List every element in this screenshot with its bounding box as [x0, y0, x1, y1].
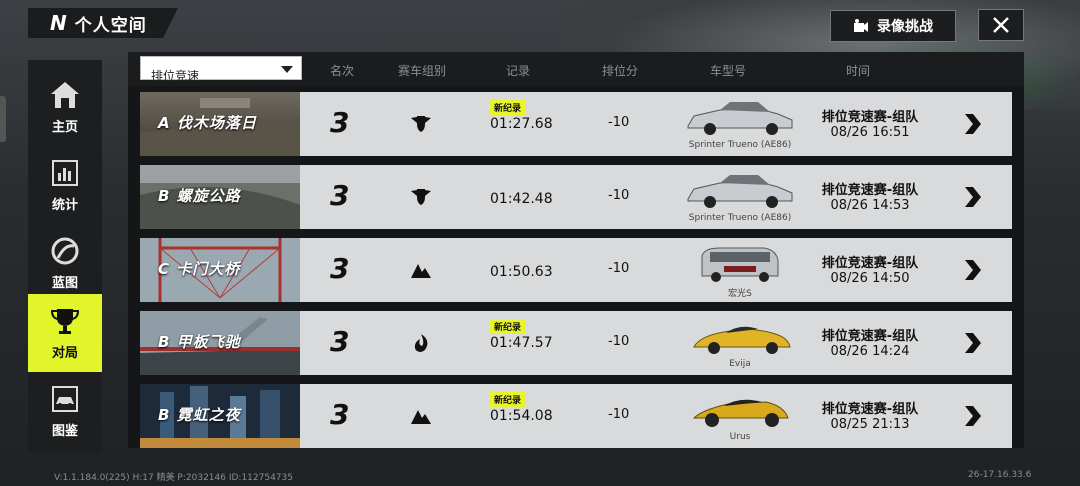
- match-date: 08/26 16:51: [830, 125, 910, 140]
- column-record: 记录: [506, 64, 531, 78]
- record-time: 01:54.08: [490, 408, 553, 424]
- camera-icon: [854, 19, 868, 32]
- rank-value: 3: [330, 325, 350, 358]
- chevron-right-icon[interactable]: [962, 258, 982, 282]
- shield-wings-icon: [411, 189, 431, 205]
- match-mode: 排位竞速赛-组队: [821, 329, 919, 344]
- record-challenge-button[interactable]: 录像挑战: [830, 10, 956, 42]
- version-info: V:1.1.184.0(225) H:17 精美 P:2032146 ID:11…: [54, 473, 293, 483]
- track-name: A 伐木场落日: [158, 114, 257, 132]
- rank-points: -10: [608, 115, 630, 130]
- chevron-right-icon[interactable]: [962, 185, 982, 209]
- match-date: 08/25 21:13: [830, 417, 910, 432]
- column-points: 排位分: [602, 64, 639, 78]
- table-row[interactable]: B 霓虹之夜 3 新纪录 01:54.08 -10 Urus 排位竞速赛-组队 …: [140, 384, 1012, 448]
- match-history-panel: 排位竞速 名次 赛车组别 记录 排位分 车型号 时间 A 伐木场落日 3 新纪录…: [128, 52, 1024, 448]
- trophy-icon: [48, 306, 82, 336]
- mountain-icon: [411, 264, 431, 278]
- page-title: 个人空间: [74, 15, 147, 36]
- rank-value: 3: [330, 398, 350, 431]
- edge-handle[interactable]: [0, 96, 6, 142]
- track-name: C 卡门大桥: [158, 260, 241, 278]
- chevron-right-icon[interactable]: [962, 404, 982, 428]
- rank-points: -10: [608, 188, 630, 203]
- close-icon: [993, 17, 1009, 33]
- sidebar-item-label: 统计: [51, 197, 78, 213]
- match-mode: 排位竞速赛-组队: [821, 256, 919, 271]
- table-row[interactable]: C 卡门大桥 3 01:50.63 -10 宏光S 排位竞速赛-组队 08/26…: [140, 238, 1012, 302]
- table-row[interactable]: B 甲板飞驰 3 新纪录 01:47.57 -10 Evija 排位竞速赛-组队…: [140, 311, 1012, 375]
- build-info: 26-17.16.33.6: [968, 470, 1032, 480]
- column-group: 赛车组别: [398, 64, 447, 78]
- sidebar-item-label: 主页: [51, 119, 78, 135]
- home-icon: [48, 80, 82, 110]
- match-mode: 排位竞速赛-组队: [821, 402, 919, 417]
- track-name: B 甲板飞驰: [158, 333, 241, 351]
- car-image: [693, 326, 791, 354]
- car-image: [692, 399, 789, 427]
- rank-value: 3: [330, 252, 350, 285]
- column-car: 车型号: [710, 64, 747, 78]
- rank-value: 3: [330, 179, 350, 212]
- sidebar-item-home[interactable]: 主页: [28, 68, 102, 146]
- record-time: 01:50.63: [490, 264, 553, 280]
- match-date: 08/26 14:24: [830, 344, 910, 359]
- car-model-name: Sprinter Trueno (AE86): [688, 213, 792, 223]
- record-challenge-label: 录像挑战: [877, 19, 933, 35]
- record-time: 01:42.48: [490, 191, 553, 207]
- mode-filter-value: 排位竞速: [151, 69, 200, 83]
- chevron-down-icon: [281, 66, 293, 73]
- match-date: 08/26 14:50: [830, 271, 910, 286]
- sidebar-item-label: 对局: [51, 345, 78, 361]
- rank-points: -10: [608, 334, 630, 349]
- record-time: 01:47.57: [490, 335, 553, 351]
- rank-points: -10: [608, 407, 630, 422]
- match-date: 08/26 14:53: [830, 198, 910, 213]
- sidebar-item-matches[interactable]: 对局: [28, 294, 102, 372]
- record-time: 01:27.68: [490, 116, 553, 132]
- car-image: [701, 247, 779, 282]
- rank-value: 3: [330, 106, 350, 139]
- sidebar-item-blueprint[interactable]: 蓝图: [28, 224, 102, 302]
- chevron-right-icon[interactable]: [962, 331, 982, 355]
- mode-filter-dropdown[interactable]: 排位竞速: [140, 56, 302, 83]
- car-image: [687, 175, 793, 208]
- sidebar-item-stats[interactable]: 统计: [28, 146, 102, 224]
- column-time: 时间: [846, 64, 871, 78]
- close-button[interactable]: [978, 9, 1024, 41]
- new-record-badge: 新纪录: [490, 100, 526, 115]
- match-mode: 排位竞速赛-组队: [821, 110, 919, 125]
- track-name: B 螺旋公路: [158, 187, 241, 205]
- car-image: [687, 102, 793, 135]
- chevron-right-icon[interactable]: [962, 112, 982, 136]
- new-record-badge: 新纪录: [490, 319, 526, 334]
- stats-icon: [48, 158, 82, 188]
- sidebar-item-collection[interactable]: 图鉴: [28, 372, 102, 450]
- new-record-badge: 新纪录: [490, 392, 526, 407]
- car-collection-icon: [48, 384, 82, 414]
- match-mode: 排位竞速赛-组队: [821, 183, 919, 198]
- mountain-icon: [411, 410, 431, 424]
- car-model-name: Sprinter Trueno (AE86): [688, 140, 792, 150]
- sidebar: 主页 统计 蓝图 对局 图鉴: [28, 60, 102, 452]
- track-name: B 霓虹之夜: [158, 406, 241, 424]
- table-row[interactable]: A 伐木场落日 3 新纪录 01:27.68 -10 Sprinter True…: [140, 92, 1012, 156]
- sidebar-item-label: 蓝图: [51, 275, 78, 291]
- app-logo: N: [50, 11, 67, 35]
- page-header: N 个人空间: [28, 8, 178, 38]
- car-model-name: Evija: [729, 359, 751, 369]
- column-header-bar: 排位竞速 名次 赛车组别 记录 排位分 车型号 时间: [128, 52, 1024, 86]
- sidebar-item-label: 图鉴: [51, 423, 78, 439]
- flame-icon: [414, 334, 428, 352]
- rank-points: -10: [608, 261, 630, 276]
- blueprint-icon: [48, 236, 82, 266]
- car-model-name: Urus: [729, 432, 751, 442]
- table-row[interactable]: B 螺旋公路 3 01:42.48 -10 Sprinter Trueno (A…: [140, 165, 1012, 229]
- shield-wings-icon: [411, 116, 431, 132]
- car-model-name: 宏光S: [728, 289, 752, 299]
- column-rank: 名次: [330, 64, 355, 78]
